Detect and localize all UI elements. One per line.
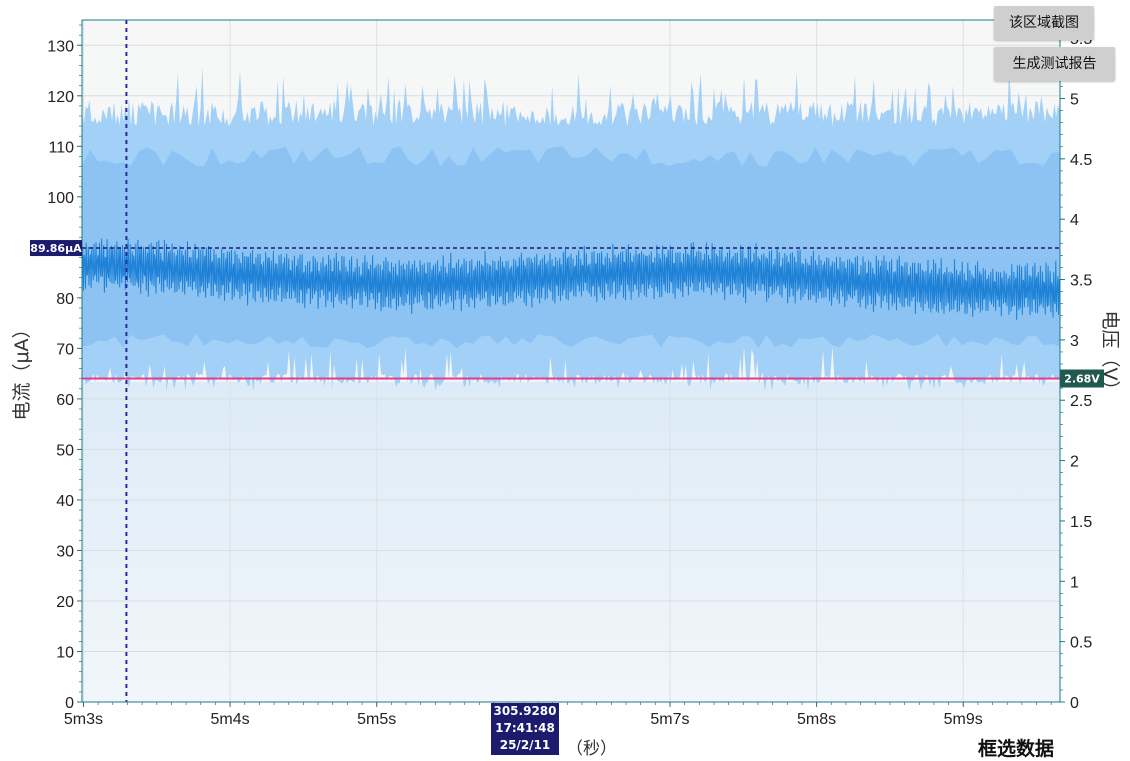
cursor-time: 17:41:48 xyxy=(495,721,555,735)
bottom-tick-label: 5m7s xyxy=(650,711,689,728)
bottom-tick-label: 5m8s xyxy=(797,711,836,728)
right-axis-ticks: 00.511.522.533.544.555.5 xyxy=(1060,25,1092,712)
right-tick-label: 3.5 xyxy=(1070,273,1092,290)
right-tick-label: 5 xyxy=(1070,91,1079,108)
left-tick-label: 30 xyxy=(56,543,74,560)
average-current-marker: 89.86μA xyxy=(30,240,82,257)
right-tick-label: 3 xyxy=(1070,333,1079,350)
left-tick-label: 120 xyxy=(47,89,74,106)
region-screenshot-button[interactable]: 该区域截图 xyxy=(994,6,1094,40)
voltage-marker: 2.68V xyxy=(1060,369,1104,388)
select-data-button[interactable]: 框选数据 xyxy=(978,734,1054,761)
left-tick-label: 70 xyxy=(56,341,74,358)
right-tick-label: 0 xyxy=(1070,695,1079,712)
cursor-seconds: 305.9280 xyxy=(493,704,557,718)
right-tick-label: 1.5 xyxy=(1070,514,1092,531)
generate-report-button[interactable]: 生成测试报告 xyxy=(994,47,1115,81)
left-axis-ticks: 0102030405060708090100110120130 xyxy=(47,24,82,712)
bottom-tick-label: 5m5s xyxy=(357,711,396,728)
current-mid-band xyxy=(82,146,1060,349)
plot-lower-band xyxy=(82,382,1060,702)
right-tick-label: 4.5 xyxy=(1070,152,1092,169)
right-tick-label: 2.5 xyxy=(1070,393,1092,410)
right-tick-label: 1 xyxy=(1070,574,1079,591)
x-axis-unit-label: （秒） xyxy=(566,739,617,759)
bottom-tick-label: 5m3s xyxy=(64,711,103,728)
left-tick-label: 80 xyxy=(56,291,74,308)
left-tick-label: 130 xyxy=(47,38,74,55)
right-tick-label: 2 xyxy=(1070,454,1079,471)
left-tick-label: 60 xyxy=(56,392,74,409)
left-tick-label: 50 xyxy=(56,442,74,459)
left-axis-title: 电流（μA） xyxy=(11,319,33,420)
chart: 0102030405060708090100110120130 00.511.5… xyxy=(11,19,1121,728)
right-tick-label: 4 xyxy=(1070,212,1079,229)
cursor-time-tag: 305.9280 17:41:48 25/2/11 xyxy=(491,703,559,755)
bottom-tick-label: 5m9s xyxy=(944,711,983,728)
left-tick-label: 110 xyxy=(48,139,74,156)
voltage-tag-text: 2.68V xyxy=(1064,373,1100,386)
left-tick-label: 10 xyxy=(56,644,74,661)
cursor-date: 25/2/11 xyxy=(499,738,551,752)
left-tick-label: 0 xyxy=(65,695,74,712)
left-tick-label: 40 xyxy=(56,493,74,510)
bottom-tick-label: 5m4s xyxy=(211,711,250,728)
left-tick-label: 20 xyxy=(56,594,74,611)
average-current-tag-text: 89.86μA xyxy=(30,242,82,255)
right-tick-label: 0.5 xyxy=(1070,635,1092,652)
left-tick-label: 100 xyxy=(47,190,74,207)
